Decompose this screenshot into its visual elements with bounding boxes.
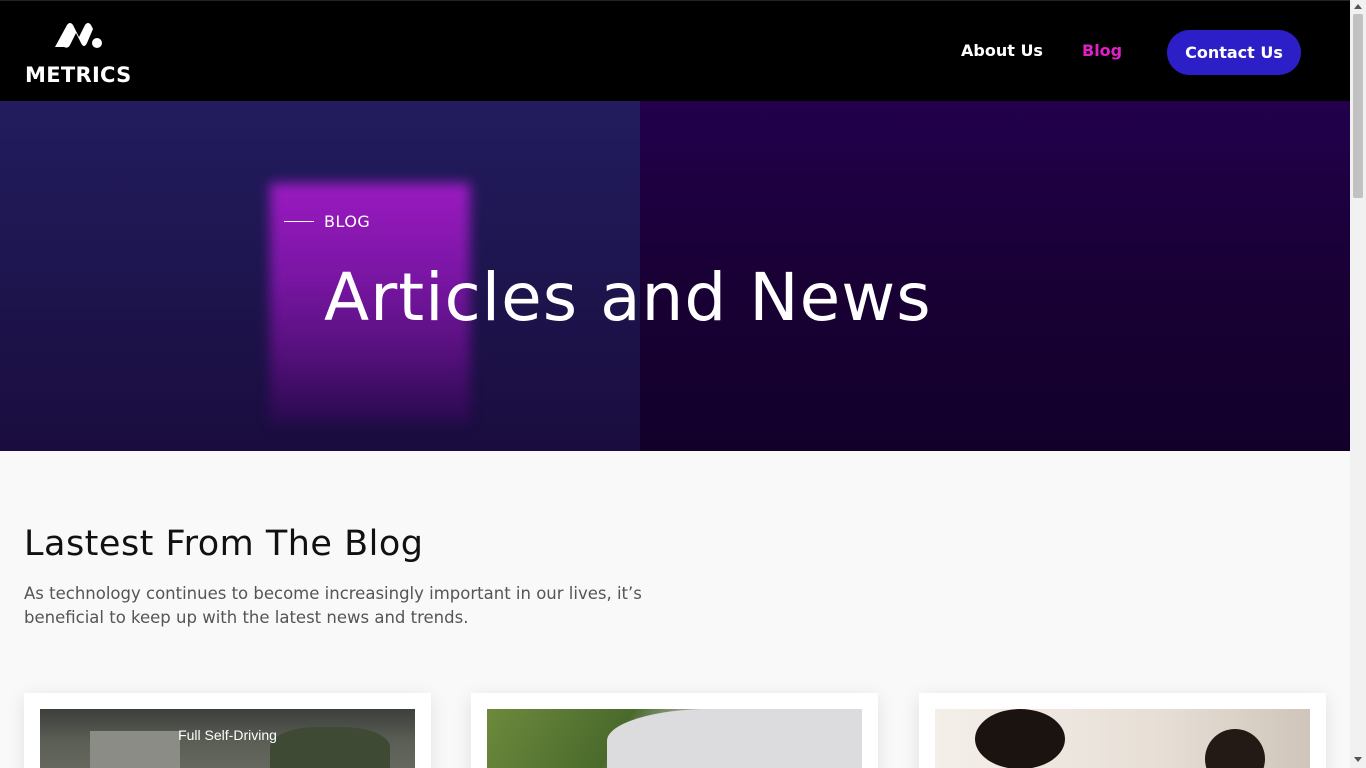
blog-card[interactable]: [919, 693, 1326, 768]
car-shape: [607, 709, 862, 768]
eyebrow-label: BLOG: [324, 212, 371, 231]
hero-banner: BLOG Articles and News: [0, 101, 1350, 451]
metrics-logo-icon: [55, 23, 102, 48]
person-shape: [975, 709, 1065, 768]
scroll-down-arrow-icon[interactable]: [1354, 757, 1362, 762]
blog-card-image[interactable]: [487, 709, 862, 768]
brand-name: METRICS: [25, 63, 132, 87]
hero-title: Articles and News: [324, 259, 932, 336]
image-caption: Full Self-Driving: [178, 727, 277, 743]
nav-blog[interactable]: Blog: [1082, 41, 1122, 60]
blog-card-image[interactable]: Full Self-Driving: [40, 709, 415, 768]
blog-card-image[interactable]: [935, 709, 1310, 768]
blog-card[interactable]: Full Self-Driving: [24, 693, 431, 768]
section-title: Lastest From The Blog: [24, 524, 424, 564]
person-shape: [1205, 729, 1265, 768]
eyebrow-divider: [284, 221, 314, 222]
nav-about-us[interactable]: About Us: [961, 41, 1043, 60]
page-scrollbar[interactable]: [1350, 0, 1366, 768]
section-description: As technology continues to become increa…: [24, 584, 642, 627]
contact-us-button[interactable]: Contact Us: [1167, 30, 1301, 75]
brand-logo[interactable]: METRICS: [25, 19, 135, 91]
hero-eyebrow: BLOG: [284, 212, 370, 231]
blog-card[interactable]: [471, 693, 878, 768]
site-header: METRICS About Us Blog Contact Us: [0, 0, 1350, 101]
scroll-thumb[interactable]: [1353, 14, 1363, 198]
scroll-up-arrow-icon[interactable]: [1354, 4, 1362, 9]
